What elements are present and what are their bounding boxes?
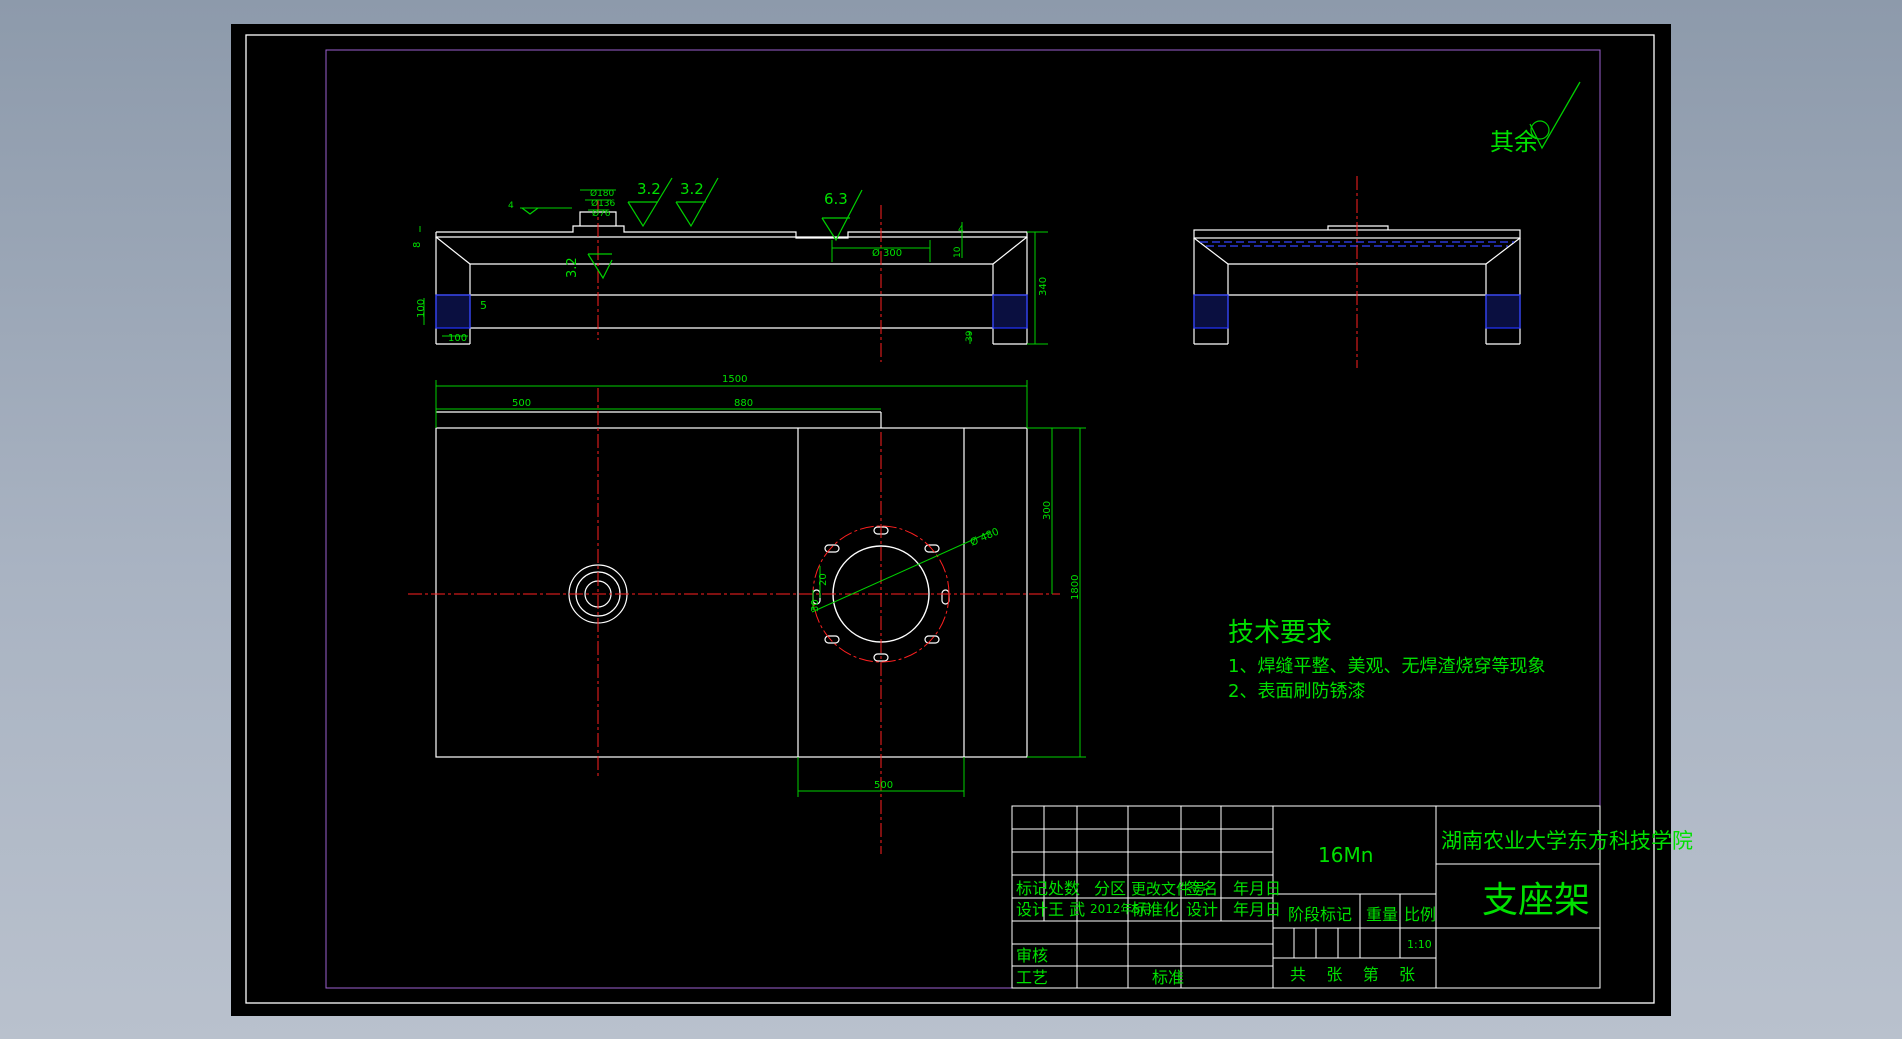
dim-slot-length: 30: [810, 599, 821, 612]
dim-leg-height: 100: [416, 299, 427, 318]
dim-d-low: Ø76: [592, 208, 611, 219]
dim-gap: 5: [480, 299, 487, 312]
dim-small-right: 4: [958, 225, 964, 235]
notes-line-1: 1、焊缝平整、美观、无焊渣烧穿等现象: [1228, 656, 1545, 677]
dim-total-width: 1800: [1070, 575, 1081, 600]
tb-row-a-6: 年月日: [1233, 879, 1281, 898]
notes-title: 技术要求: [1228, 618, 1332, 648]
part-name: 支座架: [1482, 880, 1590, 921]
dim-height: 340: [1038, 277, 1049, 296]
dim-bore: Ø 300: [872, 247, 902, 259]
front-leg-right-hatch: [992, 294, 1028, 329]
tb-row-a-1: 标记: [1016, 879, 1048, 898]
side-leg-left-hatch: [1193, 294, 1229, 329]
front-leg-left-hatch: [435, 294, 471, 329]
dim-pad-width: 500: [874, 780, 893, 791]
tb-row-b-4: 标准化: [1131, 900, 1179, 919]
dim-right-offset: 880: [734, 398, 753, 409]
dim-d-top: Ø180: [590, 188, 615, 199]
tb-approve: 标准: [1152, 968, 1184, 987]
dim-overall-length: 1500: [722, 374, 747, 385]
tb-process: 工艺: [1016, 968, 1048, 987]
tb-stage-mark: 阶段标记: [1288, 905, 1352, 924]
notes-line-2: 2、表面刷防锈漆: [1228, 681, 1365, 702]
ra-value-2: 3.2: [680, 180, 704, 198]
tb-scale: 1:10: [1407, 938, 1432, 951]
ra-value-3: 6.3: [824, 190, 848, 208]
tb-row-a-2: 处数: [1048, 879, 1080, 898]
tb-row-a-5: 签名: [1186, 879, 1218, 898]
material: 16Mn: [1318, 843, 1373, 867]
dim-small-left: 4: [508, 201, 514, 211]
tb-review: 审核: [1016, 946, 1048, 965]
tb-row-b-6: 年月日: [1233, 900, 1281, 919]
school-name: 湖南农业大学东方科技学院: [1441, 829, 1693, 853]
dim-top-thickness: 8: [412, 242, 423, 248]
tb-row-b-5: 设计: [1186, 900, 1218, 919]
tb-row-b-1: 设计: [1016, 900, 1048, 919]
ra-value-4: 3.2: [565, 257, 580, 278]
dim-left-offset: 500: [512, 398, 531, 409]
tb-weight: 重量: [1366, 905, 1398, 924]
dim-foot: 39: [965, 330, 975, 342]
tb-sheets: 共 张 第 张: [1290, 965, 1415, 984]
dim-slot-width: 20: [818, 573, 829, 586]
drawing-canvas: [231, 24, 1671, 1016]
dim-d-mid: Ø136: [591, 198, 616, 209]
cad-viewport[interactable]: 3.2 3.2 6.3 3.2 Ø180 Ø136 Ø76 Ø 300 340 …: [0, 0, 1902, 1039]
side-leg-right-hatch: [1485, 294, 1521, 329]
tb-row-a-3: 分区: [1094, 879, 1126, 898]
dim-leg-width: 100: [448, 333, 467, 344]
dim-right-thickness: 10: [953, 246, 963, 258]
ra-value-1: 3.2: [637, 180, 661, 198]
tb-scale-label: 比例: [1404, 905, 1436, 924]
tb-row-b-2: 王 武: [1048, 900, 1085, 919]
dim-half-width: 300: [1042, 501, 1053, 520]
